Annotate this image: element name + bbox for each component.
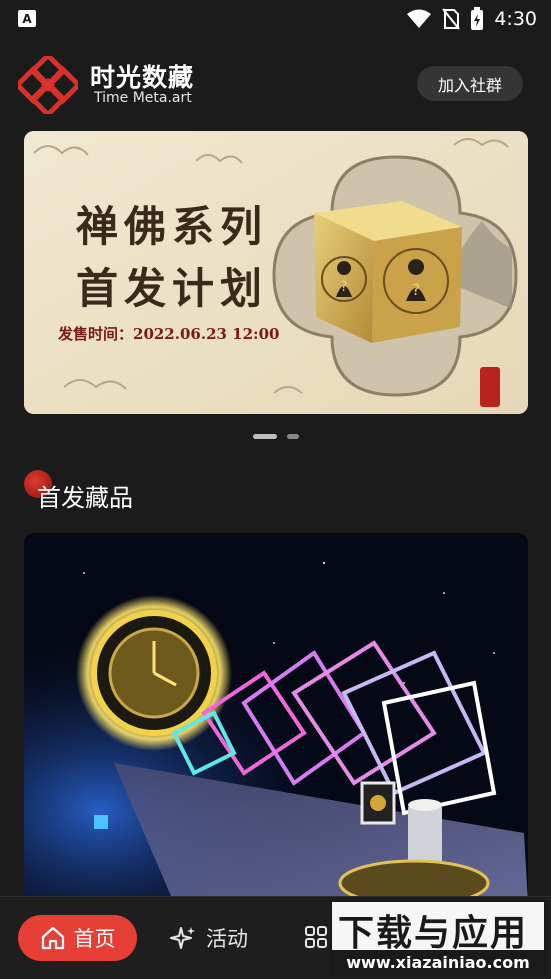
promo-banner[interactable]: ? ? 禅佛系列 首发计划 发售时间：2022.06.23 12:00 — [24, 131, 528, 414]
nav-activity-label: 活动 — [206, 927, 248, 951]
svg-text:?: ? — [340, 279, 347, 295]
watermark-url: www.xiazainiao.com — [332, 950, 544, 974]
banner-pager — [253, 434, 299, 439]
svg-text:?: ? — [412, 280, 421, 299]
collectible-artwork — [24, 533, 528, 903]
release-time-label: 发售时间：2022.06.23 12:00 — [58, 325, 280, 343]
sparkle-icon — [170, 927, 195, 949]
app-notification-icon: A — [18, 10, 36, 27]
join-community-button[interactable]: 加入社群 — [417, 66, 523, 101]
pager-dot[interactable] — [287, 434, 299, 439]
app-header: 时光数藏 Time Meta.art 加入社群 — [0, 48, 551, 120]
brand-logo-icon — [18, 56, 78, 114]
wifi-icon — [407, 9, 432, 28]
watermark-main-text: 下载与应用 — [338, 913, 529, 954]
collectible-card[interactable] — [24, 533, 528, 903]
nav-home-label: 首页 — [73, 927, 116, 951]
brand-name: 时光数藏 — [90, 63, 195, 92]
pager-dot-active[interactable] — [253, 434, 277, 439]
status-icons: 4:30 — [406, 6, 537, 32]
section-title: 首发藏品 — [37, 484, 133, 512]
grid-icon[interactable] — [304, 925, 328, 949]
battery-charging-icon — [471, 7, 484, 30]
nav-activity-tab[interactable]: 活动 — [170, 923, 248, 953]
status-bar: A 4:30 — [0, 0, 551, 38]
brand-subtitle: Time Meta.art — [94, 90, 192, 106]
watermark-logo: 下载与应用 www.xiazainiao.com — [330, 900, 546, 976]
banner-title-line-2: 首发计划 — [76, 264, 269, 313]
home-icon — [41, 926, 64, 950]
banner-title-line-1: 禅佛系列 — [76, 202, 269, 251]
clock: 4:30 — [494, 8, 537, 30]
nav-home-tab[interactable]: 首页 — [18, 915, 137, 961]
no-sim-icon — [442, 8, 461, 30]
